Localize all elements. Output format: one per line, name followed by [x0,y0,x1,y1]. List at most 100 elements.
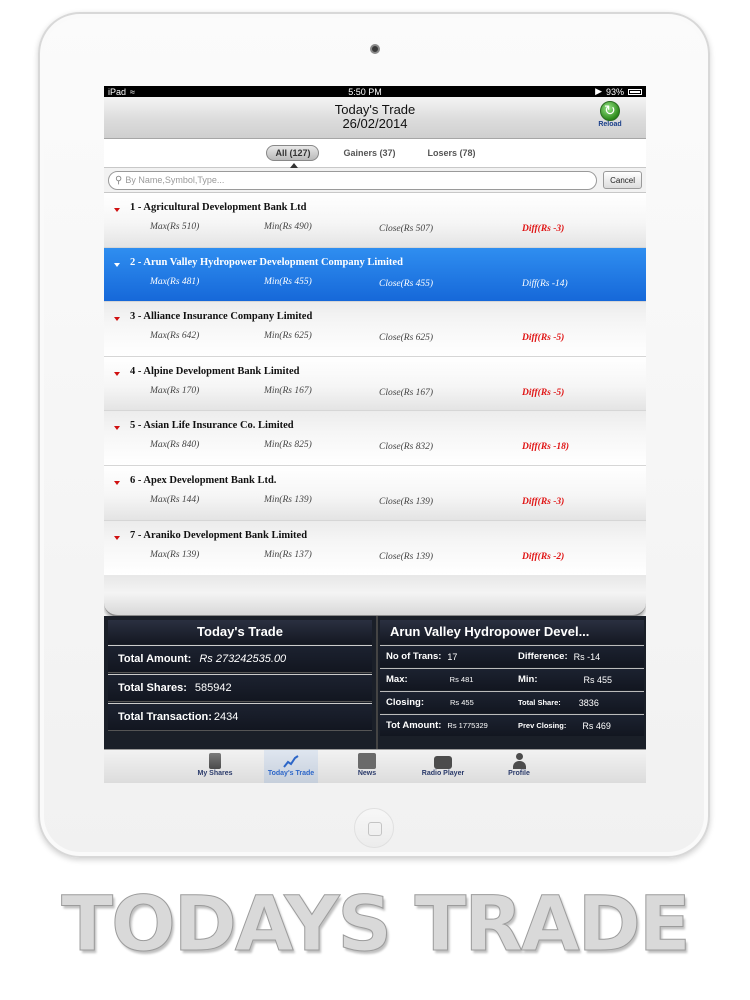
segment-gainers[interactable]: Gainers (37) [335,146,403,160]
down-arrow-icon [114,426,120,431]
tab-label: My Shares [197,770,233,777]
tab-radio-player[interactable]: Radio Player [416,750,470,783]
max-price: Max(Rs 139) [150,549,200,560]
segment-losers[interactable]: Losers (78) [420,146,484,160]
cancel-button[interactable]: Cancel [603,171,642,189]
company-name: 7 - Araniko Development Bank Limited [130,529,308,541]
total-shares-value: 585942 [194,682,232,694]
tot-amount-value: Rs 1775329 [447,721,488,730]
trade-chart-icon [283,753,299,769]
list-item-selected[interactable]: 2 - Arun Valley Hydropower Development C… [104,247,646,303]
close-price: Close(Rs 625) [379,333,434,344]
summary-panels: Today's Trade Total Amount: Rs 273242535… [104,616,646,749]
no-of-trans-label: No of Trans: [386,651,442,662]
down-arrow-icon [114,262,120,267]
search-icon: ⚲ [115,174,123,186]
search-bar: ⚲ Cancel [104,167,646,193]
profile-icon [511,753,527,769]
list-item[interactable]: 4 - Alpine Development Bank Limited Max(… [104,356,646,412]
promo-headline: TODAYS TRADE [61,879,692,969]
device-name: iPad [108,86,127,97]
close-price: Close(Rs 832) [379,442,434,453]
price-diff: Diff(Rs -3) [522,224,565,234]
list-bottom-edge [104,575,646,618]
min-value: Rs 455 [583,674,613,685]
company-detail-panel: Arun Valley Hydropower Devel... No of Tr… [376,616,646,749]
total-share-value: 3836 [578,697,599,708]
tab-profile[interactable]: Profile [492,750,546,783]
max-price: Max(Rs 510) [150,222,200,232]
close-price: Close(Rs 139) [379,551,434,562]
wifi-icon: ≈ [130,86,135,97]
tab-news[interactable]: News [340,750,394,783]
home-button[interactable] [354,808,394,848]
max-price: Max(Rs 170) [150,385,200,396]
reload-button[interactable]: Reload [590,101,630,128]
min-price: Min(Rs 167) [264,385,312,396]
difference-label: Difference: [518,651,568,662]
list-item[interactable]: 7 - Araniko Development Bank Limited Max… [104,520,646,576]
battery-percent: 93% [605,86,624,97]
app-screen: iPad ≈ 5:50 PM ▶ 93% Today's Trade 26/02/2… [104,86,646,783]
difference-value: Rs -14 [573,651,601,662]
close-price: Close(Rs 139) [379,496,434,507]
total-amount-label: Total Amount: [118,653,192,665]
reload-icon [600,101,620,121]
total-shares-label: Total Shares: [118,682,187,694]
close-price: Close(Rs 167) [379,387,434,398]
company-name: 2 - Arun Valley Hydropower Development C… [130,256,403,268]
price-diff: Diff(Rs -5) [522,387,565,398]
down-arrow-icon [114,371,120,376]
page-title: Today's Trade [334,102,416,117]
min-price: Min(Rs 455) [264,276,312,287]
company-name: 6 - Apex Development Bank Ltd. [130,474,277,486]
max-price: Max(Rs 840) [150,440,200,451]
detail-row: Tot Amount: Rs 1775329 Prev Closing: Rs 46… [380,714,644,736]
company-name: 5 - Asian Life Insurance Co. Limited [130,420,294,432]
max-price: Max(Rs 642) [150,331,200,342]
detail-row: No of Trans: 17 Difference: Rs -14 [380,645,644,667]
tab-label: News [357,770,377,777]
today-trade-panel: Today's Trade Total Amount: Rs 273242535… [104,616,376,749]
nav-bar: Today's Trade 26/02/2014 Reload [104,97,646,139]
radio-icon [434,756,452,769]
total-amount-value: Rs 273242535.00 [199,653,287,665]
closing-label: Closing: [386,697,424,708]
prev-closing-value: Rs 469 [582,720,611,731]
battery-icon [628,88,642,95]
close-price: Close(Rs 507) [379,224,434,234]
min-price: Min(Rs 825) [264,440,312,451]
tot-amount-label: Tot Amount: [386,720,442,731]
segmented-control: All (127) Gainers (37) Losers (78) [104,139,646,168]
max-label: Max: [386,674,408,685]
price-diff: Diff(Rs -2) [522,551,565,562]
tab-my-shares[interactable]: My Shares [188,750,242,783]
segment-all[interactable]: All (127) [266,145,320,161]
price-diff: Diff(Rs -14) [522,278,568,289]
page-date: 26/02/2014 [342,116,408,131]
total-transaction-row: Total Transaction: 2434 [108,703,372,731]
detail-title: Arun Valley Hydropower Devel... [380,620,644,644]
prev-closing-label: Prev Closing: [518,721,567,730]
list-item[interactable]: 1 - Agricultural Development Bank Ltd Ma… [104,193,646,248]
status-time: 5:50 PM [348,86,382,97]
list-item[interactable]: 6 - Apex Development Bank Ltd. Max(Rs 14… [104,465,646,521]
total-transaction-value: 2434 [213,711,239,723]
down-arrow-icon [114,317,120,322]
search-field[interactable]: ⚲ [108,170,598,190]
total-shares-row: Total Shares: 585942 [108,674,372,702]
tab-todays-trade[interactable]: Today's Trade [264,750,318,783]
tab-label: Today's Trade [267,770,315,777]
min-price: Min(Rs 625) [264,331,312,342]
list-item[interactable]: 3 - Alliance Insurance Company Limited M… [104,302,646,357]
company-name: 4 - Alpine Development Bank Limited [130,365,300,377]
max-price: Max(Rs 144) [150,494,200,505]
max-price: Max(Rs 481) [150,276,200,287]
search-input[interactable] [125,175,597,185]
detail-row: Max: Rs 481 Min: Rs 455 [380,668,644,690]
total-share-label: Total Share: [518,698,561,707]
price-diff: Diff(Rs -3) [522,496,565,507]
company-name: 1 - Agricultural Development Bank Ltd [130,202,307,213]
list-item[interactable]: 5 - Asian Life Insurance Co. Limited Max… [104,411,646,466]
reload-label: Reload [598,121,622,128]
